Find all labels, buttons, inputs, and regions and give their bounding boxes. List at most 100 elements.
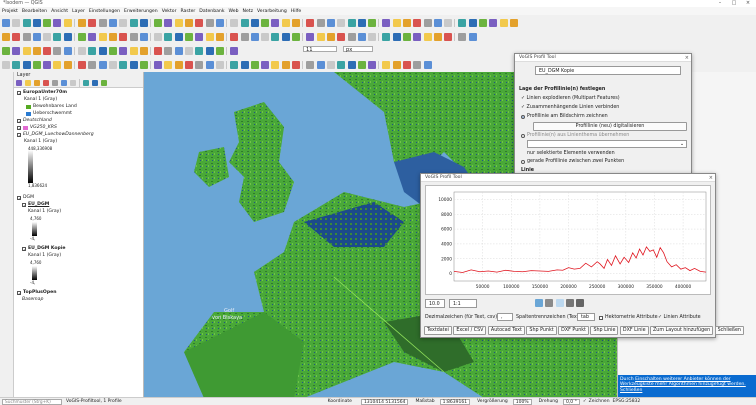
refresh-icon[interactable] bbox=[413, 60, 422, 69]
save-icon[interactable] bbox=[185, 32, 194, 41]
plugin-icon[interactable] bbox=[83, 80, 89, 86]
zoom-in-icon[interactable] bbox=[433, 32, 442, 41]
ratio-select[interactable]: 1:1 bbox=[449, 299, 477, 308]
notification-link-enable[interactable]: Einschalten weiterer Anbieter können der… bbox=[620, 377, 746, 387]
zoom-in-icon[interactable] bbox=[326, 60, 335, 69]
refresh-icon[interactable] bbox=[139, 18, 148, 27]
zoom-out-icon[interactable] bbox=[281, 18, 290, 27]
layer-tree-row[interactable]: Kanal 1 (Gray) bbox=[24, 97, 57, 103]
measure-icon[interactable] bbox=[316, 18, 325, 27]
menu-layer[interactable]: Layer bbox=[72, 9, 85, 14]
layer-tree-row[interactable]: ✓ VG250_KRS bbox=[17, 125, 57, 131]
save-icon[interactable] bbox=[292, 60, 301, 69]
layer-tree-row[interactable]: ✓ EU_DGM_LuechowDannenberg bbox=[17, 132, 94, 138]
menu-projekt[interactable]: Projekt bbox=[2, 9, 18, 14]
new-project-icon[interactable] bbox=[108, 46, 117, 55]
layer-icon[interactable] bbox=[2, 46, 10, 55]
zoom-out-icon[interactable] bbox=[499, 18, 508, 27]
python-icon[interactable] bbox=[281, 32, 290, 41]
identify-icon[interactable] bbox=[34, 80, 40, 86]
python-icon[interactable] bbox=[70, 80, 76, 86]
style-icon[interactable] bbox=[154, 32, 163, 41]
zoom-in-icon[interactable] bbox=[108, 60, 117, 69]
pan-icon[interactable] bbox=[43, 18, 52, 27]
node-icon[interactable] bbox=[215, 60, 224, 69]
refresh-icon[interactable] bbox=[357, 18, 366, 27]
style-icon[interactable] bbox=[205, 18, 214, 27]
identify-icon[interactable] bbox=[185, 46, 194, 55]
layer-icon[interactable] bbox=[53, 32, 62, 41]
pan-icon[interactable] bbox=[316, 60, 325, 69]
print-icon[interactable] bbox=[195, 32, 204, 41]
zoom-in-icon[interactable] bbox=[16, 80, 22, 86]
save-icon[interactable] bbox=[22, 18, 31, 27]
save-icon[interactable] bbox=[458, 18, 467, 27]
zoom-out-icon[interactable] bbox=[174, 46, 183, 55]
zoom-in-icon[interactable] bbox=[489, 18, 498, 27]
layer-icon[interactable] bbox=[271, 32, 280, 41]
export-button[interactable]: Textdatei bbox=[424, 326, 452, 335]
print-icon[interactable] bbox=[88, 60, 97, 69]
edit-icon[interactable] bbox=[43, 46, 52, 55]
zoom-out-icon[interactable] bbox=[444, 32, 453, 41]
layer-tree-row[interactable]: Ueberschwemmt bbox=[26, 111, 72, 117]
label-icon[interactable] bbox=[230, 60, 239, 69]
measure-icon[interactable] bbox=[368, 60, 377, 69]
print-icon[interactable] bbox=[306, 60, 315, 69]
rotation-field[interactable]: 0,0 ° bbox=[563, 398, 580, 405]
open-icon[interactable] bbox=[230, 18, 239, 27]
checkmark-icon[interactable]: ✓ bbox=[583, 399, 587, 404]
column-sep-select[interactable]: tab bbox=[577, 313, 595, 321]
layer-visibility-checkbox[interactable]: ✓ bbox=[17, 119, 21, 124]
zoom-out-icon[interactable] bbox=[230, 32, 239, 41]
node-icon[interactable] bbox=[326, 32, 335, 41]
refresh-icon[interactable] bbox=[32, 46, 41, 55]
radio-points[interactable]: gerade Profillinie zwischen zwei Punkten bbox=[521, 159, 624, 164]
filter-icon[interactable] bbox=[240, 60, 249, 69]
export-button[interactable]: Shp Linie bbox=[590, 326, 619, 335]
filter-icon[interactable] bbox=[402, 18, 411, 27]
label-icon[interactable] bbox=[392, 18, 401, 27]
edit-icon[interactable] bbox=[98, 32, 107, 41]
python-icon[interactable] bbox=[12, 46, 21, 55]
layer-tree-row[interactable]: ✓ TopPlusOpen bbox=[17, 290, 57, 296]
python-icon[interactable] bbox=[230, 46, 239, 55]
plugin-icon[interactable] bbox=[22, 46, 31, 55]
python-icon[interactable] bbox=[119, 18, 128, 27]
label-icon[interactable] bbox=[63, 46, 72, 55]
select-icon[interactable] bbox=[139, 60, 148, 69]
open-icon[interactable] bbox=[119, 46, 128, 55]
new-project-icon[interactable] bbox=[215, 18, 224, 27]
new-project-icon[interactable] bbox=[433, 18, 442, 27]
python-icon[interactable] bbox=[174, 60, 183, 69]
check-merge[interactable]: ✓ Zusammenhängende Linien verbinden bbox=[521, 105, 619, 110]
select-icon[interactable] bbox=[306, 18, 315, 27]
identify-icon[interactable] bbox=[240, 32, 249, 41]
measure-icon[interactable] bbox=[98, 18, 107, 27]
select-icon[interactable] bbox=[88, 18, 97, 27]
plugin-icon[interactable] bbox=[78, 32, 87, 41]
filter-icon[interactable] bbox=[129, 32, 138, 41]
open-icon[interactable] bbox=[281, 60, 290, 69]
open-icon[interactable] bbox=[63, 60, 72, 69]
layer-visibility-checkbox[interactable]: ✓ bbox=[17, 133, 21, 138]
print-icon[interactable] bbox=[250, 18, 259, 27]
coord-field[interactable]: 1310414 5131564 bbox=[360, 398, 409, 405]
menu-vektor[interactable]: Vektor bbox=[162, 9, 177, 14]
crs-label[interactable]: EPSG:25832 bbox=[613, 399, 641, 404]
identify-icon[interactable] bbox=[509, 18, 518, 27]
save-icon[interactable] bbox=[129, 46, 138, 55]
layer-visibility-checkbox[interactable]: ✓ bbox=[17, 291, 21, 296]
zoom-icon[interactable] bbox=[555, 299, 564, 307]
layer-visibility-checkbox[interactable]: ✓ bbox=[22, 203, 26, 208]
menu-ansicht[interactable]: Ansicht bbox=[51, 9, 68, 14]
layer-icon[interactable] bbox=[61, 80, 67, 86]
print-icon[interactable] bbox=[468, 18, 477, 27]
measure-icon[interactable] bbox=[205, 46, 214, 55]
filter-icon[interactable] bbox=[22, 60, 31, 69]
locator-search-input[interactable]: Suchmuster (Strg+K) bbox=[2, 398, 62, 405]
identify-icon[interactable] bbox=[458, 32, 467, 41]
layer-tree-row[interactable]: ✓ EuropaUnter70m bbox=[17, 90, 67, 96]
print-icon[interactable] bbox=[139, 46, 148, 55]
close-window-button[interactable]: × bbox=[742, 0, 754, 7]
